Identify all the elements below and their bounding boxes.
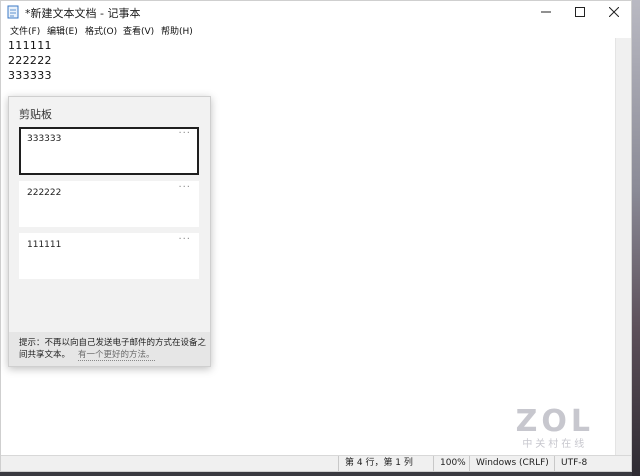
close-icon [609,7,619,17]
clipboard-item-text: 222222 [27,188,62,198]
clipboard-item-text: 111111 [27,240,62,250]
clipboard-item-text: 333333 [27,134,62,144]
clipboard-item[interactable]: 111111 ··· [19,233,199,279]
zoom-level: 100% [433,456,466,471]
watermark-logo: ZOL [515,404,594,439]
menu-view[interactable]: 查看(V) [123,24,154,37]
clipboard-tip-footer: 提示：不再以向自己发送电子邮件的方式在设备之间共享文本。 有一个更好的方法。 [9,332,210,366]
title-bar: *新建文本文档 - 记事本 [1,1,631,23]
more-options-icon[interactable]: ··· [178,234,191,245]
more-options-icon[interactable]: ··· [178,182,191,193]
maximize-button[interactable] [563,1,597,23]
watermark-subtitle: 中关村在线 [522,439,588,450]
clipboard-title: 剪贴板 [19,108,52,121]
menu-file[interactable]: 文件(F) [10,24,40,37]
editor-line: 222222 [8,54,52,67]
more-options-icon[interactable]: ··· [178,128,191,139]
minimize-button[interactable] [529,1,563,23]
maximize-icon [575,7,585,17]
desktop-background [632,0,640,476]
menu-edit[interactable]: 编辑(E) [47,24,78,37]
clipboard-tip: 提示：不再以向自己发送电子邮件的方式在设备之间共享文本。 有一个更好的方法。 [19,337,207,361]
window-title: *新建文本文档 - 记事本 [25,7,141,20]
status-bar: 第 4 行，第 1 列 100% Windows (CRLF) UTF-8 [1,455,631,471]
encoding: UTF-8 [554,456,614,471]
notepad-icon [7,5,19,19]
clipboard-item[interactable]: 222222 ··· [19,181,199,227]
editor-line: 111111 [8,39,52,52]
menu-help[interactable]: 帮助(H) [161,24,193,37]
clipboard-item[interactable]: 333333 ··· [19,127,199,175]
better-way-link[interactable]: 有一个更好的方法。 [78,350,155,361]
minimize-icon [541,11,551,13]
zol-watermark: ZOL 中关村在线 [515,404,594,451]
line-ending: Windows (CRLF) [469,456,551,471]
close-button[interactable] [597,1,631,23]
editor-line: 333333 [8,69,52,82]
menu-format[interactable]: 格式(O) [85,24,117,37]
vertical-scrollbar[interactable] [615,38,631,457]
cursor-position: 第 4 行，第 1 列 [338,456,430,471]
clipboard-history-panel: 剪贴板 333333 ··· 222222 ··· 111111 ··· 提示：… [8,96,211,367]
menu-bar: 文件(F) 编辑(E) 格式(O) 查看(V) 帮助(H) [1,23,631,38]
